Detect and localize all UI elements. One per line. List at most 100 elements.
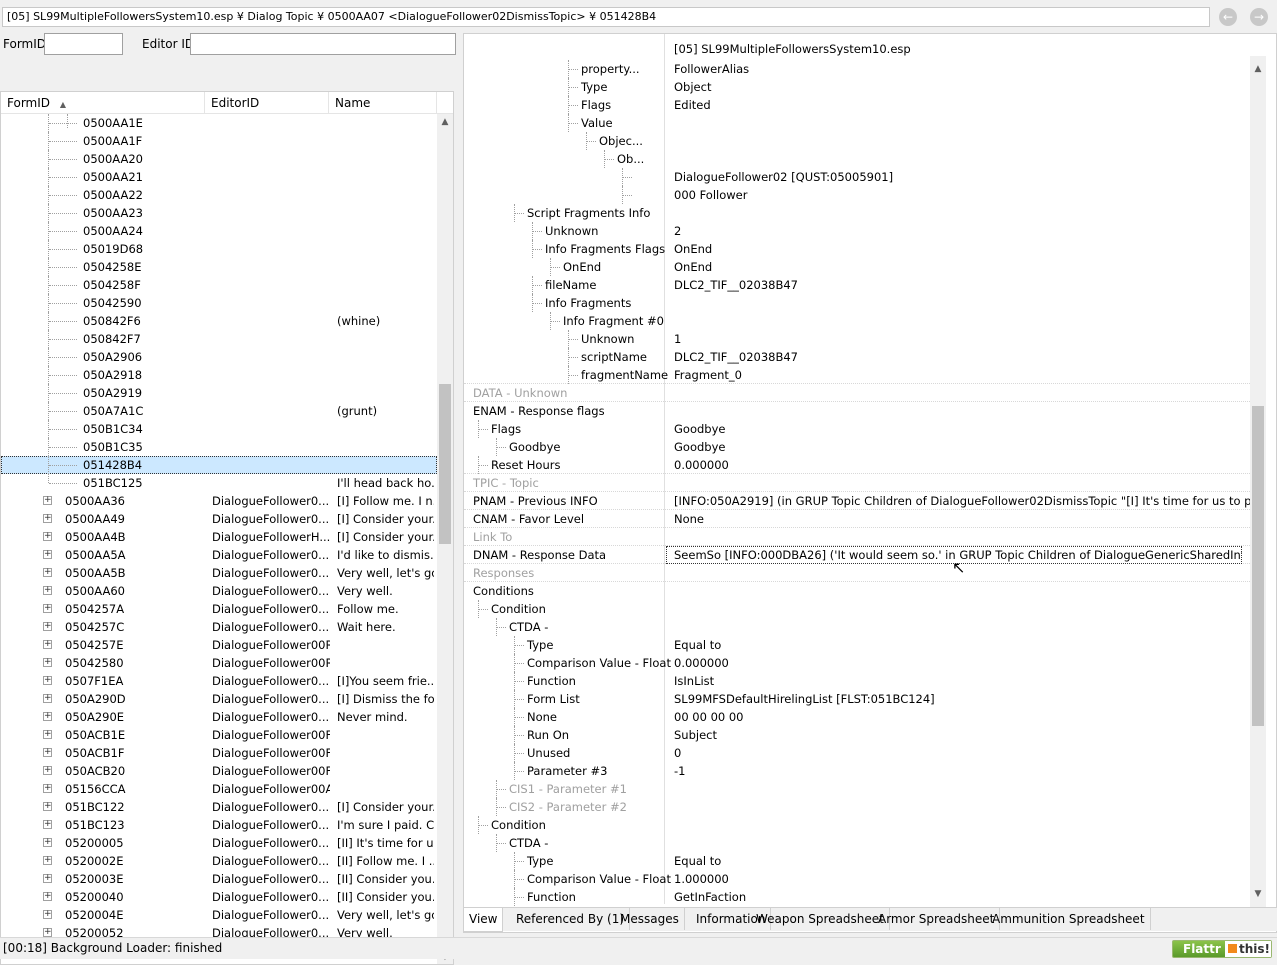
tree-row[interactable]: +0500AA60 DialogueFollower0... Very well.: [1, 582, 437, 600]
tree-row[interactable]: 0500AA1F: [1, 132, 437, 150]
tree-row[interactable]: +051BC123 DialogueFollower0... I'm sure I …: [1, 816, 437, 834]
field-row[interactable]: Function IsInList: [464, 672, 1250, 690]
field-row[interactable]: DNAM - Response Data SeemSo [INFO:000DBA2…: [464, 546, 1250, 564]
tree-row[interactable]: +0520002E DialogueFollower0... [II] Follow…: [1, 852, 437, 870]
tree-row[interactable]: +0504257C DialogueFollower0... Wait here.: [1, 618, 437, 636]
field-row[interactable]: Ob...: [464, 150, 1250, 168]
field-row[interactable]: Comparison Value - Float 1.000000: [464, 870, 1250, 888]
field-row[interactable]: Condition: [464, 816, 1250, 834]
tree-row[interactable]: +05156CCA DialogueFollower00AllyKilled: [1, 780, 437, 798]
field-row[interactable]: CTDA -: [464, 618, 1250, 636]
tree-row[interactable]: 051BC125 I'll head back ho...: [1, 474, 437, 492]
expand-icon[interactable]: +: [43, 550, 52, 559]
expand-icon[interactable]: +: [43, 712, 52, 721]
tab-ammunition-spreadsheet[interactable]: Ammunition Spreadsheet: [987, 908, 1151, 930]
tree-row[interactable]: +050ACB1E DialogueFollower00FavorStateAgr…: [1, 726, 437, 744]
expand-icon[interactable]: +: [43, 640, 52, 649]
tree-row[interactable]: +0500AA49 DialogueFollower0... [I] Conside…: [1, 510, 437, 528]
tree-row[interactable]: +0500AA5B DialogueFollower0... Very well, …: [1, 564, 437, 582]
field-row[interactable]: Flags Edited: [464, 96, 1250, 114]
field-row[interactable]: PNAM - Previous INFO [INFO:050A2919] (in …: [464, 492, 1250, 510]
flattr-button[interactable]: Flattr this!: [1172, 940, 1272, 958]
field-row[interactable]: Goodbye Goodbye: [464, 438, 1250, 456]
tree-row[interactable]: 050842F6 (whine): [1, 312, 437, 330]
field-row[interactable]: Info Fragment #0: [464, 312, 1250, 330]
tree-row[interactable]: +05200005 DialogueFollower0... [II] It's t…: [1, 834, 437, 852]
expand-icon[interactable]: +: [43, 532, 52, 541]
left-scrollbar[interactable]: ▲ ▼: [437, 114, 453, 964]
expand-icon[interactable]: +: [43, 802, 52, 811]
expand-icon[interactable]: +: [43, 658, 52, 667]
right-scrollbar[interactable]: ▲ ▼: [1250, 56, 1266, 908]
expand-icon[interactable]: +: [43, 604, 52, 613]
column-header-name[interactable]: Name: [329, 92, 437, 114]
field-row[interactable]: Condition: [464, 600, 1250, 618]
field-row[interactable]: scriptName DLC2_TIF__02038B47: [464, 348, 1250, 366]
editorid-filter-input[interactable]: [190, 33, 456, 55]
scroll-up-icon[interactable]: ▲: [1250, 61, 1266, 78]
field-row[interactable]: None 00 00 00 00: [464, 708, 1250, 726]
scroll-up-icon[interactable]: ▲: [437, 114, 453, 131]
field-row[interactable]: Unknown 2: [464, 222, 1250, 240]
tree-row[interactable]: 05042590: [1, 294, 437, 312]
tree-row[interactable]: 050A7A1C (grunt): [1, 402, 437, 420]
field-row[interactable]: Script Fragments Info: [464, 204, 1250, 222]
record-tree[interactable]: FormID ▲ EditorID Name 0500AA1E 0500AA1F 0…: [0, 91, 454, 965]
field-row[interactable]: Function GetInFaction: [464, 888, 1250, 906]
field-row[interactable]: Unknown 1: [464, 330, 1250, 348]
field-row[interactable]: Type Object: [464, 78, 1250, 96]
expand-icon[interactable]: +: [43, 910, 52, 919]
field-row[interactable]: CNAM - Favor Level None: [464, 510, 1250, 528]
expand-icon[interactable]: +: [43, 784, 52, 793]
expand-icon[interactable]: +: [43, 586, 52, 595]
tree-row[interactable]: 0500AA24: [1, 222, 437, 240]
tree-row[interactable]: +0504257E DialogueFollower00ResetAnimal: [1, 636, 437, 654]
tab-armor-spreadsheet[interactable]: Armor Spreadsheet: [873, 908, 1001, 930]
field-row[interactable]: CTDA -: [464, 834, 1250, 852]
field-row[interactable]: Flags Goodbye: [464, 420, 1250, 438]
tree-row[interactable]: +050A290D DialogueFollower0... [I] Dismiss…: [1, 690, 437, 708]
field-row[interactable]: property... FollowerAlias: [464, 60, 1250, 78]
tree-row[interactable]: 050A2918: [1, 366, 437, 384]
tab-messages[interactable]: Messages: [615, 908, 685, 930]
record-view-pane[interactable]: [05] SL99MultipleFollowersSystem10.esp p…: [463, 33, 1277, 933]
tree-row[interactable]: 050A2919: [1, 384, 437, 402]
field-row[interactable]: fragmentName Fragment_0: [464, 366, 1250, 384]
expand-icon[interactable]: +: [43, 496, 52, 505]
tree-row[interactable]: +0520003E DialogueFollower0... [II] Consid…: [1, 870, 437, 888]
expand-icon[interactable]: +: [43, 766, 52, 775]
tree-row[interactable]: +0500AA5A DialogueFollower0... I'd like to…: [1, 546, 437, 564]
field-row[interactable]: DialogueFollower02 [QUST:05005901]: [464, 168, 1250, 186]
tree-row[interactable]: +050A290E DialogueFollower0... Never mind.: [1, 708, 437, 726]
expand-icon[interactable]: +: [43, 514, 52, 523]
expand-icon[interactable]: +: [43, 676, 52, 685]
tree-row[interactable]: +051BC122 DialogueFollower0... [I] Conside…: [1, 798, 437, 816]
field-row[interactable]: Responses: [464, 564, 1250, 582]
tree-row[interactable]: 051428B4: [1, 456, 437, 474]
field-row[interactable]: fileName DLC2_TIF__02038B47: [464, 276, 1250, 294]
field-row[interactable]: Info Fragments Flags OnEnd: [464, 240, 1250, 258]
tree-row[interactable]: 0500AA23: [1, 204, 437, 222]
tree-row[interactable]: +05042580 DialogueFollower00ResetFollower: [1, 654, 437, 672]
tab-referenced-by-1[interactable]: Referenced By (1): [511, 908, 631, 930]
column-header-formid[interactable]: FormID ▲: [1, 92, 205, 114]
field-row[interactable]: ENAM - Response flags: [464, 402, 1250, 420]
tree-row[interactable]: +050ACB1F DialogueFollower00FavorStateMRe…: [1, 744, 437, 762]
tree-row[interactable]: 050B1C34: [1, 420, 437, 438]
scroll-down-icon[interactable]: ▼: [1250, 886, 1266, 903]
formid-filter-input[interactable]: [44, 33, 123, 55]
field-row[interactable]: Parameter #3 -1: [464, 762, 1250, 780]
tree-row[interactable]: +0500AA4B DialogueFollowerH... [I] Conside…: [1, 528, 437, 546]
field-row[interactable]: TPIC - Topic: [464, 474, 1250, 492]
tree-row[interactable]: 05019D68: [1, 240, 437, 258]
forward-arrow-icon[interactable]: →: [1250, 8, 1268, 26]
tree-row[interactable]: 0500AA20: [1, 150, 437, 168]
column-header-editorid[interactable]: EditorID: [205, 92, 329, 114]
expand-icon[interactable]: +: [43, 892, 52, 901]
expand-icon[interactable]: +: [43, 748, 52, 757]
tree-row[interactable]: 0500AA22: [1, 186, 437, 204]
field-row[interactable]: Run On Subject: [464, 726, 1250, 744]
field-row[interactable]: DATA - Unknown: [464, 384, 1250, 402]
tab-view[interactable]: View: [463, 908, 504, 932]
expand-icon[interactable]: +: [43, 622, 52, 631]
